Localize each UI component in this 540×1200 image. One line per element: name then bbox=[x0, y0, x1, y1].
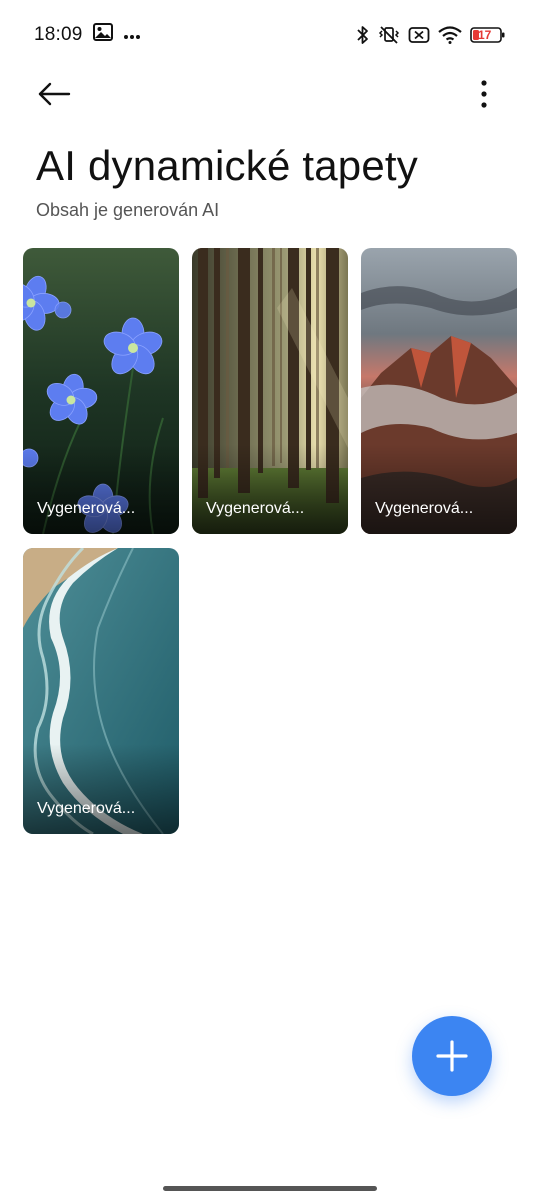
vibrate-off-icon bbox=[378, 25, 400, 45]
toolbar bbox=[0, 70, 540, 120]
back-button[interactable] bbox=[36, 78, 72, 110]
page-title: AI dynamické tapety bbox=[36, 142, 418, 189]
wallpaper-label: Vygenerová... bbox=[375, 500, 474, 517]
status-time: 18:09 bbox=[34, 24, 83, 45]
bluetooth-icon bbox=[356, 25, 370, 45]
status-bar-left: 18:09 bbox=[34, 23, 141, 47]
card-shade bbox=[23, 744, 179, 834]
status-bar: 18:09 17 bbox=[0, 0, 540, 70]
card-shade bbox=[23, 444, 179, 534]
status-bar-right: 17 bbox=[356, 25, 506, 45]
home-indicator[interactable] bbox=[163, 1186, 377, 1191]
wifi-icon bbox=[438, 26, 462, 44]
wallpaper-label: Vygenerová... bbox=[206, 500, 305, 517]
card-shade bbox=[361, 444, 517, 534]
no-sim-icon bbox=[408, 26, 430, 44]
wallpaper-card-mountain[interactable]: Vygenerová... bbox=[361, 248, 517, 534]
page-subtitle: Obsah je generován AI bbox=[36, 200, 220, 220]
more-options-button[interactable] bbox=[472, 78, 496, 110]
image-icon bbox=[92, 23, 113, 47]
wallpaper-label: Vygenerová... bbox=[37, 800, 136, 817]
wallpaper-card-forest[interactable]: Vygenerová... bbox=[192, 248, 348, 534]
add-wallpaper-button[interactable] bbox=[412, 1016, 492, 1096]
ai-wallpapers-screen: 18:09 17 AI dynamické tapety Obsah je ge… bbox=[0, 0, 540, 1200]
plus-icon bbox=[436, 1040, 468, 1072]
more-dots-icon bbox=[123, 24, 141, 46]
wallpaper-label: Vygenerová... bbox=[37, 500, 136, 517]
arrow-left-icon bbox=[38, 82, 71, 106]
battery-level: 17 bbox=[478, 28, 492, 42]
more-vertical-icon bbox=[481, 80, 487, 108]
wallpaper-card-ocean[interactable]: Vygenerová... bbox=[23, 548, 179, 834]
card-shade bbox=[192, 444, 348, 534]
wallpaper-card-flowers[interactable]: Vygenerová... bbox=[23, 248, 179, 534]
battery-icon: 17 bbox=[470, 26, 506, 44]
